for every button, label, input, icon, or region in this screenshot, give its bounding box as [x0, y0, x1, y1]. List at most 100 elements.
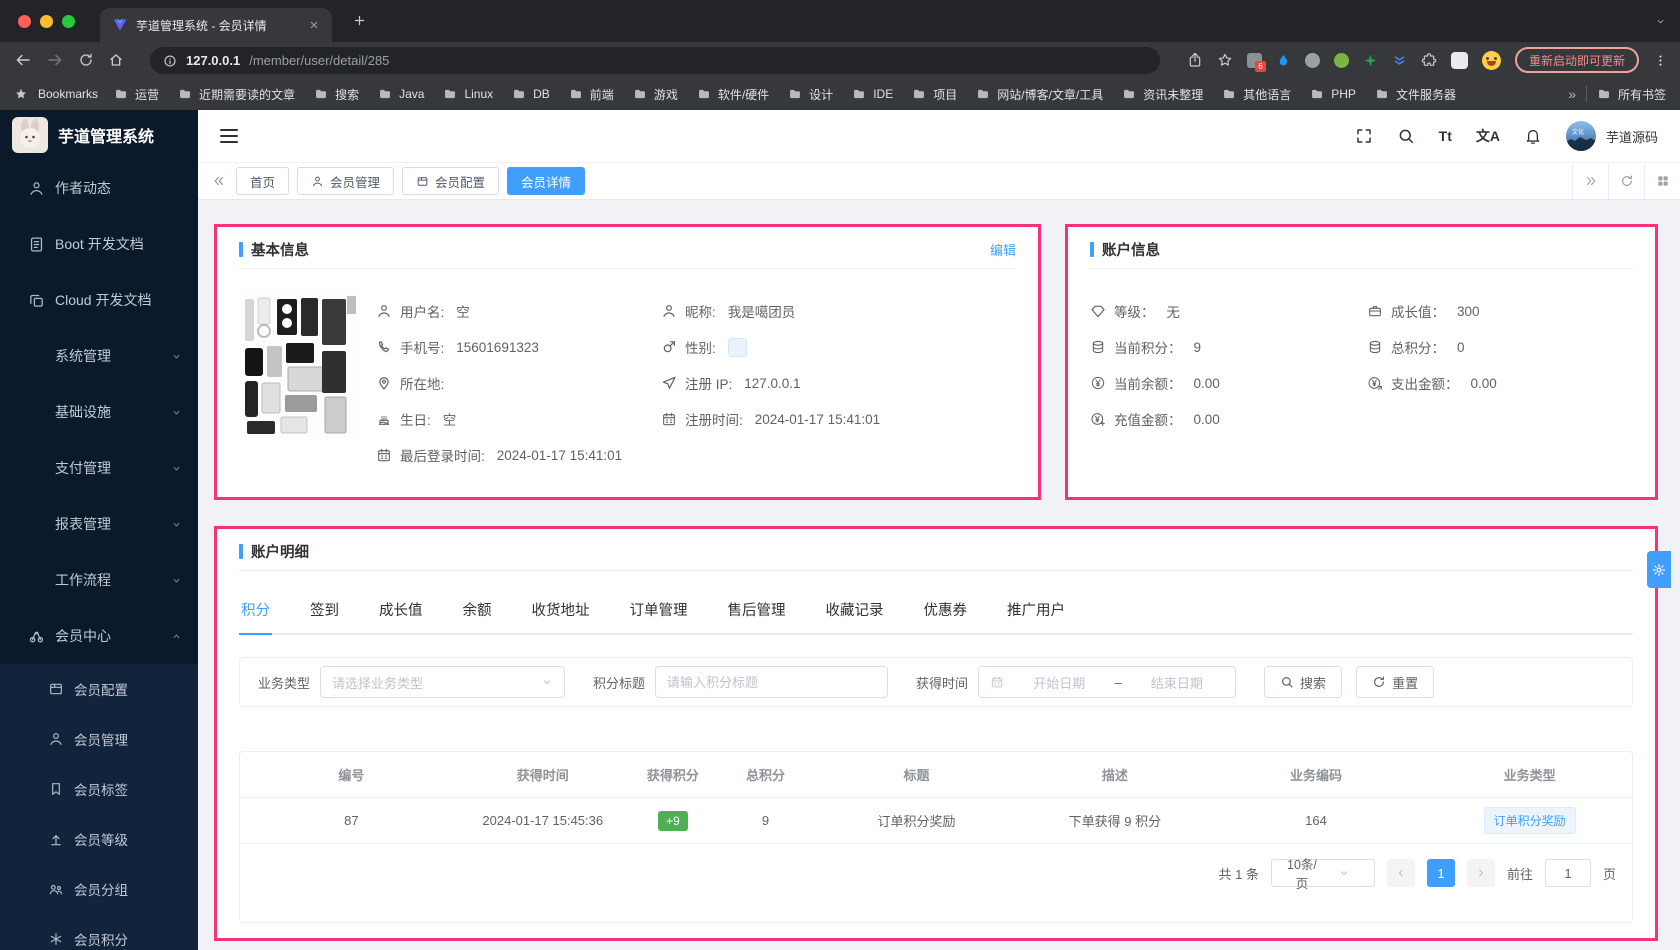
sidebar-item[interactable]: 会员分组: [0, 864, 198, 914]
bookmark-folder[interactable]: 项目: [912, 86, 957, 103]
extension-green-icon[interactable]: [1333, 52, 1349, 68]
bookmark-folder[interactable]: 前端: [569, 86, 614, 103]
sidebar-item[interactable]: 基础设施: [0, 384, 198, 440]
reset-button[interactable]: 重置: [1356, 666, 1435, 698]
address-bar[interactable]: 127.0.0.1/member/user/detail/285: [150, 47, 1160, 74]
bookmark-folder[interactable]: IDE: [852, 87, 893, 101]
detail-tab[interactable]: 收藏记录: [824, 589, 886, 635]
tab-search-chevron-icon[interactable]: [1655, 16, 1666, 27]
detail-tab[interactable]: 订单管理: [628, 589, 690, 635]
theme-settings-button[interactable]: [1647, 551, 1671, 588]
site-info-icon[interactable]: [163, 54, 177, 68]
back-icon[interactable]: [14, 51, 32, 69]
detail-tab[interactable]: 售后管理: [726, 589, 788, 635]
close-window-button[interactable]: [18, 14, 31, 28]
biz-type-select[interactable]: 请选择业务类型: [320, 666, 566, 698]
tabs-scroll-left-icon[interactable]: [212, 174, 226, 188]
bookmark-folder[interactable]: 设计: [788, 86, 833, 103]
view-tab[interactable]: 会员详情: [507, 167, 586, 195]
points-title-input[interactable]: [655, 666, 889, 698]
user-avatar[interactable]: 文化: [1565, 121, 1596, 151]
extension-drop-icon[interactable]: [1276, 53, 1291, 68]
sidebar-item[interactable]: 会员中心: [0, 608, 198, 664]
home-icon[interactable]: [108, 52, 124, 68]
detail-tab[interactable]: 签到: [308, 589, 341, 635]
bookmark-folder[interactable]: 软件/硬件: [697, 86, 769, 103]
view-tab[interactable]: 首页: [236, 167, 290, 195]
page-1-button[interactable]: 1: [1426, 859, 1455, 887]
detail-tab[interactable]: 推广用户: [1005, 589, 1067, 635]
extension-gray-icon[interactable]: [1304, 52, 1320, 68]
app-logo[interactable]: 芋道管理系统: [0, 110, 198, 160]
translate-icon[interactable]: 文A: [1476, 126, 1500, 146]
bookmark-folder[interactable]: 其他语言: [1222, 86, 1291, 103]
sidebar-item[interactable]: 会员管理: [0, 714, 198, 764]
new-tab-button[interactable]: [352, 13, 367, 28]
sidebar-item[interactable]: 会员积分: [0, 914, 198, 950]
sidebar-item[interactable]: 会员标签: [0, 764, 198, 814]
reload-icon[interactable]: [78, 52, 94, 68]
extension-star-icon[interactable]: [1363, 53, 1378, 68]
edit-button[interactable]: 编辑: [990, 240, 1016, 259]
prev-page-button[interactable]: [1386, 859, 1415, 887]
detail-tab[interactable]: 积分: [239, 589, 272, 635]
notification-bell-icon[interactable]: [1524, 127, 1542, 145]
bookmark-folder[interactable]: 搜索: [314, 86, 359, 103]
detail-tab[interactable]: 成长值: [377, 589, 425, 635]
extensions-puzzle-icon[interactable]: [1421, 52, 1437, 68]
next-page-button[interactable]: [1466, 859, 1495, 887]
all-bookmarks-button[interactable]: 所有书签: [1597, 86, 1666, 103]
view-tab[interactable]: 会员管理: [297, 167, 395, 195]
collapse-sidebar-icon[interactable]: [220, 129, 238, 143]
forward-icon[interactable]: [46, 51, 64, 69]
browser-tab[interactable]: 芋道管理系统 - 会员详情: [100, 8, 332, 42]
sidebar-item[interactable]: 会员配置: [0, 664, 198, 714]
bookmark-folder[interactable]: 资讯未整理: [1122, 86, 1203, 103]
profile-avatar[interactable]: [1481, 50, 1501, 70]
bookmarks-label[interactable]: Bookmarks: [38, 87, 98, 101]
extension-icon-red[interactable]: 6: [1246, 52, 1266, 72]
detail-tab[interactable]: 优惠券: [922, 589, 970, 635]
font-size-icon[interactable]: Tt: [1439, 128, 1452, 144]
bookmark-folder[interactable]: Linux: [443, 87, 493, 101]
sidebar-item[interactable]: 支付管理: [0, 440, 198, 496]
bookmark-star-icon[interactable]: [1217, 52, 1233, 68]
detail-tab[interactable]: 收货地址: [530, 589, 592, 635]
tabs-scroll-right-icon[interactable]: [1584, 174, 1598, 188]
sidebar-item[interactable]: 系统管理: [0, 328, 198, 384]
zoom-window-button[interactable]: [62, 14, 75, 28]
page-size-select[interactable]: 10条/页: [1270, 858, 1375, 891]
goto-page-input[interactable]: [1544, 859, 1591, 887]
sidebar-item[interactable]: Cloud 开发文档: [0, 272, 198, 328]
sidebar-item[interactable]: 报表管理: [0, 496, 198, 552]
refresh-view-icon[interactable]: [1620, 174, 1634, 188]
date-range-picker[interactable]: 开始日期 – 结束日期: [978, 666, 1237, 698]
extension-chevrons-icon[interactable]: [1392, 53, 1407, 68]
bookmark-folder[interactable]: DB: [512, 87, 550, 101]
bookmarks-overflow-chevron[interactable]: »: [1568, 86, 1576, 102]
username[interactable]: 芋道源码: [1606, 127, 1658, 146]
bookmark-folder[interactable]: PHP: [1310, 87, 1356, 101]
fullscreen-icon[interactable]: [1355, 127, 1373, 145]
bookmark-folder[interactable]: 运营: [114, 86, 159, 103]
bookmark-folder[interactable]: 游戏: [633, 86, 678, 103]
bookmark-folder[interactable]: Java: [378, 87, 424, 101]
browser-menu-icon[interactable]: [1653, 53, 1668, 68]
view-tab[interactable]: 会员配置: [402, 167, 500, 195]
sidebar-item[interactable]: 作者动态: [0, 160, 198, 216]
sidebar-item[interactable]: 工作流程: [0, 552, 198, 608]
tab-close-icon[interactable]: [308, 19, 320, 31]
detail-tab[interactable]: 余额: [461, 589, 494, 635]
search-icon[interactable]: [1397, 127, 1415, 145]
sidebar-item[interactable]: Boot 开发文档: [0, 216, 198, 272]
bookmark-folder[interactable]: 文件服务器: [1375, 86, 1456, 103]
share-icon[interactable]: [1187, 52, 1203, 68]
bookmark-folder[interactable]: 近期需要读的文章: [178, 86, 295, 103]
minimize-window-button[interactable]: [40, 14, 53, 28]
side-panel-icon[interactable]: [1450, 51, 1468, 69]
search-button[interactable]: 搜索: [1264, 666, 1343, 698]
bookmark-folder[interactable]: 网站/博客/文章/工具: [976, 86, 1103, 103]
table-row[interactable]: 87 2024-01-17 15:45:36 +9 9 订单积分奖励 下单获得 …: [240, 798, 1632, 844]
layout-grid-icon[interactable]: [1656, 174, 1670, 188]
update-browser-button[interactable]: 重新启动即可更新: [1514, 47, 1639, 73]
